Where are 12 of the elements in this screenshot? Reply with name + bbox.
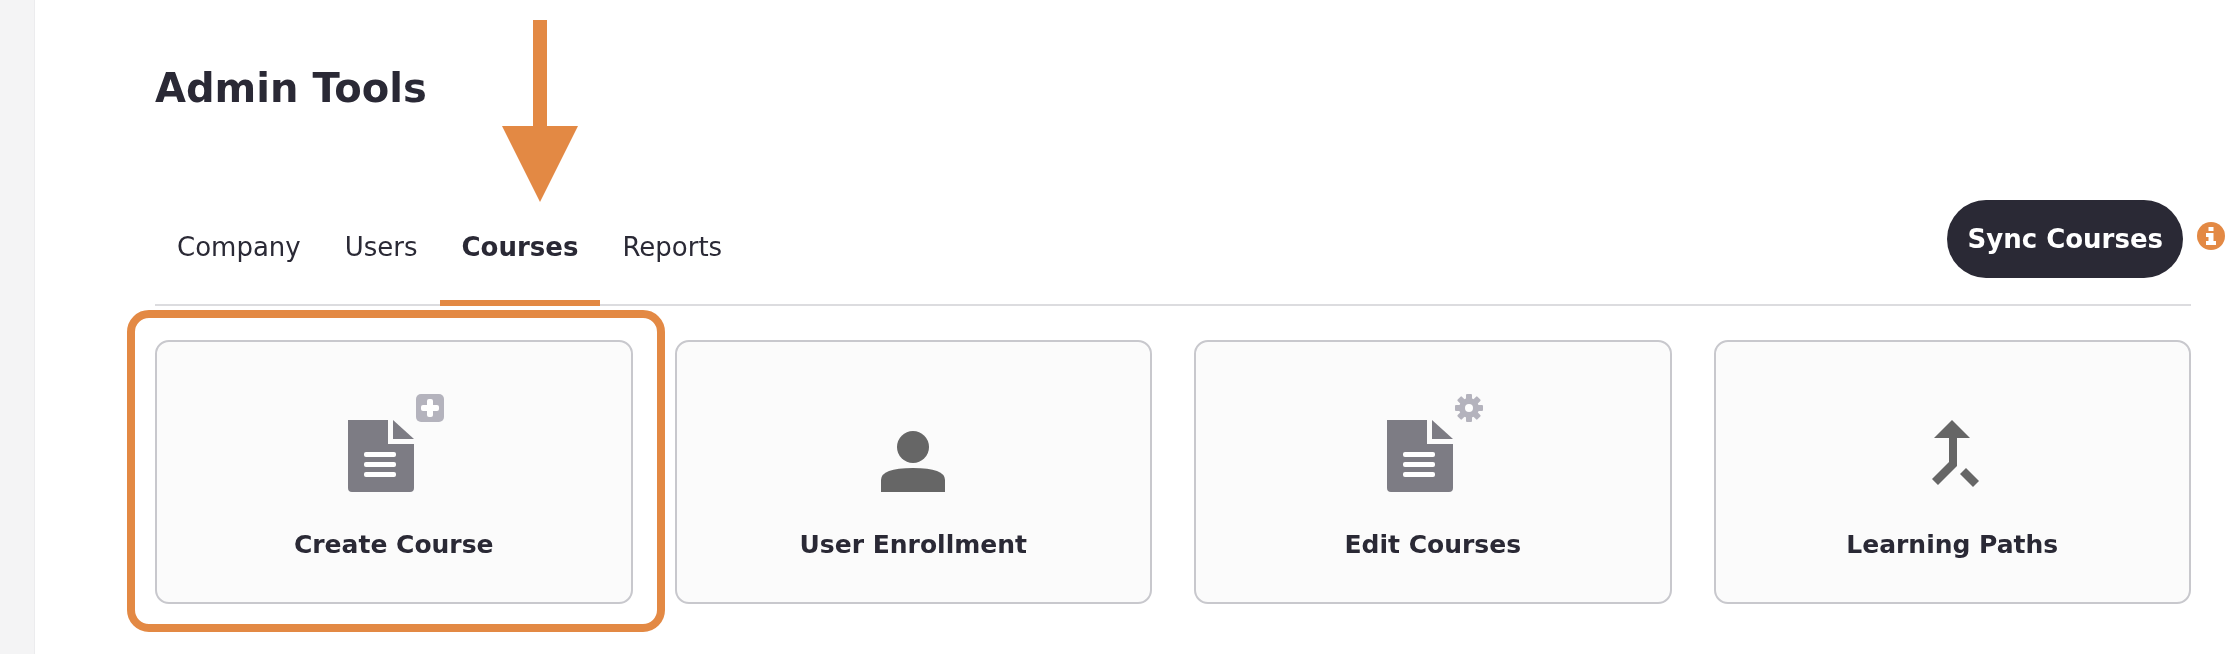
tool-card[interactable]: Edit Courses (1194, 340, 1672, 604)
tool-card[interactable]: Create Course (155, 340, 633, 604)
info-icon[interactable] (2197, 222, 2225, 250)
tab[interactable]: Company (155, 230, 323, 306)
sync-courses-button[interactable]: Sync Courses (1947, 200, 2183, 278)
tool-card[interactable]: User Enrollment (674, 340, 1152, 604)
tab[interactable]: Reports (600, 230, 745, 306)
person-icon (881, 431, 946, 492)
tool-card[interactable]: Learning Paths (1713, 340, 2191, 604)
tab[interactable]: Courses (439, 230, 601, 306)
tab[interactable]: Users (322, 230, 440, 306)
page-title: Admin Tools (155, 64, 427, 113)
